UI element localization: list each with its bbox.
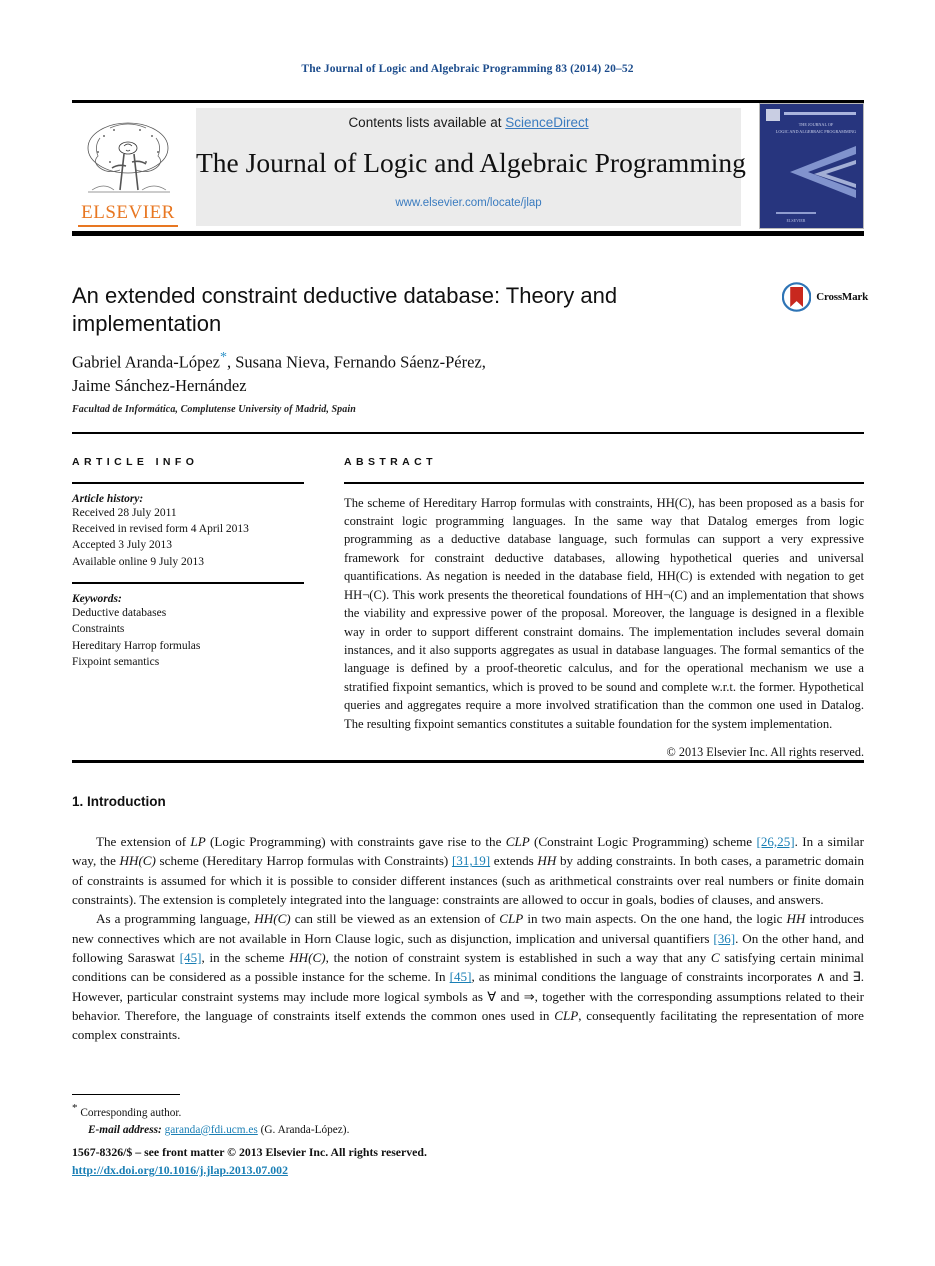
corresponding-author-marker[interactable]: *: [220, 350, 227, 365]
citation-link[interactable]: [31,19]: [452, 853, 490, 868]
text-run: , in the scheme: [201, 950, 290, 966]
corresponding-author-note: * Corresponding author.: [72, 1100, 572, 1122]
author-list: Gabriel Aranda-López*, Susana Nieva, Fer…: [72, 348, 752, 398]
article-info-heading: ARTICLE INFO: [72, 456, 199, 468]
title-section-rule: [72, 432, 864, 434]
term-hh: HH: [786, 911, 806, 927]
keyword-item: Constraints: [72, 623, 125, 636]
citation-link[interactable]: [45]: [450, 969, 472, 984]
history-item: Accepted 3 July 2013: [72, 539, 172, 552]
term-hhc: HH(C): [119, 853, 156, 869]
abstract-bottom-rule: [72, 760, 864, 763]
article-info-separator: [72, 582, 304, 584]
section-heading-introduction: 1. Introduction: [72, 794, 166, 809]
citation-link[interactable]: [36]: [713, 931, 735, 946]
elsevier-underline: [78, 225, 178, 227]
keywords-label: Keywords:: [72, 592, 122, 605]
crossmark-badge[interactable]: CrossMark: [782, 276, 868, 318]
journal-cover-thumbnail[interactable]: THE JOURNAL OF LOGIC AND ALGEBRAIC PROGR…: [759, 103, 864, 229]
abstract-heading: ABSTRACT: [344, 456, 437, 468]
term-c: C: [710, 950, 720, 966]
keywords-block: Keywords: Deductive databases Constraint…: [72, 593, 304, 671]
elsevier-wordmark: ELSEVIER: [81, 202, 175, 223]
term-clp: CLP: [499, 911, 524, 927]
affiliation: Facultad de Informática, Complutense Uni…: [72, 404, 356, 415]
front-matter-line: 1567-8326/$ – see front matter © 2013 El…: [72, 1145, 427, 1159]
article-history-block: Article history: Received 28 July 2011 R…: [72, 493, 304, 571]
text-run: extends: [490, 853, 538, 869]
journal-band: Contents lists available at ScienceDirec…: [196, 108, 746, 226]
author-names-rest: , Susana Nieva, Fernando Sáenz-Pérez,: [226, 352, 486, 372]
text-run: , the notion of constraint system is est…: [325, 950, 711, 966]
abstract-rule: [344, 482, 864, 484]
journal-title: The Journal of Logic and Algebraic Progr…: [196, 147, 746, 178]
text-run: can still be viewed as an extension of: [290, 911, 500, 927]
contents-line: Contents lists available at ScienceDirec…: [196, 115, 741, 130]
footnote-block: * Corresponding author. E-mail address: …: [72, 1100, 572, 1139]
paper-page: The Journal of Logic and Algebraic Progr…: [0, 0, 935, 1266]
text-run: scheme (Hereditary Harrop formulas with …: [155, 853, 452, 869]
doi-link[interactable]: http://dx.doi.org/10.1016/j.jlap.2013.07…: [72, 1163, 288, 1177]
elsevier-logo: ELSEVIER: [72, 103, 184, 231]
contents-prefix: Contents lists available at: [348, 115, 506, 130]
email-owner: (G. Aranda-López).: [260, 1123, 350, 1136]
masthead-bottom-rule: [72, 231, 864, 236]
article-info-rule: [72, 482, 304, 484]
elsevier-tree-icon: [87, 122, 170, 193]
email-label: E-mail address:: [88, 1123, 162, 1136]
article-history-label: Article history:: [72, 492, 144, 505]
journal-url-link[interactable]: www.elsevier.com/locate/jlap: [196, 197, 741, 209]
front-matter-block: 1567-8326/$ – see front matter © 2013 El…: [72, 1144, 672, 1179]
text-run: in two main aspects. On the one hand, th…: [523, 911, 787, 927]
svg-text:LOGIC AND ALGEBRAIC PROGRAMMIN: LOGIC AND ALGEBRAIC PROGRAMMING: [776, 129, 856, 134]
crossmark-label: CrossMark: [816, 291, 868, 303]
abstract-column: ABSTRACT The scheme of Hereditary Harrop…: [344, 456, 864, 760]
footnote-rule: [72, 1094, 180, 1096]
asterisk-icon: *: [72, 1102, 78, 1114]
journal-masthead: ELSEVIER Contents lists available at Sci…: [72, 103, 864, 231]
term-clp: CLP: [505, 834, 530, 849]
term-lp: LP: [190, 834, 206, 849]
text-run: The extension of: [96, 834, 191, 849]
history-item: Available online 9 July 2013: [72, 555, 205, 568]
author-name-4: Jaime Sánchez-Hernández: [72, 376, 247, 396]
sciencedirect-link[interactable]: ScienceDirect: [505, 115, 588, 130]
keyword-item: Deductive databases: [72, 606, 167, 619]
citation-link[interactable]: [26,25]: [756, 834, 794, 849]
term-hhc: HH(C): [289, 950, 326, 966]
keyword-item: Hereditary Harrop formulas: [72, 639, 201, 652]
paragraph-2: As a programming language, HH(C) can sti…: [72, 909, 864, 1044]
running-head: The Journal of Logic and Algebraic Progr…: [301, 63, 634, 75]
abstract-text: The scheme of Hereditary Harrop formulas…: [344, 495, 864, 731]
term-clp: CLP: [554, 1008, 579, 1024]
crossmark-icon: [782, 282, 812, 312]
email-link[interactable]: garanda@fdi.ucm.es: [165, 1124, 258, 1136]
history-item: Received in revised form 4 April 2013: [72, 522, 249, 535]
svg-text:THE JOURNAL OF: THE JOURNAL OF: [799, 122, 834, 127]
author-name-1: Gabriel Aranda-López: [72, 352, 220, 372]
svg-text:ELSEVIER: ELSEVIER: [787, 218, 806, 223]
paragraph-1: The extension of LP (Logic Programming) …: [72, 832, 864, 909]
term-hh: HH: [537, 853, 557, 869]
keyword-item: Fixpoint semantics: [72, 656, 160, 669]
text-run: (Constraint Logic Programming) scheme: [529, 834, 757, 849]
article-info-column: ARTICLE INFO Article history: Received 2…: [72, 456, 304, 671]
body-text: The extension of LP (Logic Programming) …: [72, 832, 864, 1045]
term-hhc: HH(C): [254, 911, 291, 927]
citation-link[interactable]: [45]: [180, 950, 202, 965]
text-run: As a programming language,: [96, 911, 255, 927]
journal-cover-image: THE JOURNAL OF LOGIC AND ALGEBRAIC PROGR…: [760, 104, 863, 228]
email-note: E-mail address: garanda@fdi.ucm.es (G. A…: [72, 1122, 572, 1139]
page-title: An extended constraint deductive databas…: [72, 283, 618, 337]
history-item: Received 28 July 2011: [72, 506, 177, 519]
corresponding-author-text: Corresponding author.: [80, 1106, 182, 1119]
text-run: (Logic Programming) with constraints gav…: [205, 834, 506, 849]
abstract-copyright: © 2013 Elsevier Inc. All rights reserved…: [666, 745, 864, 760]
